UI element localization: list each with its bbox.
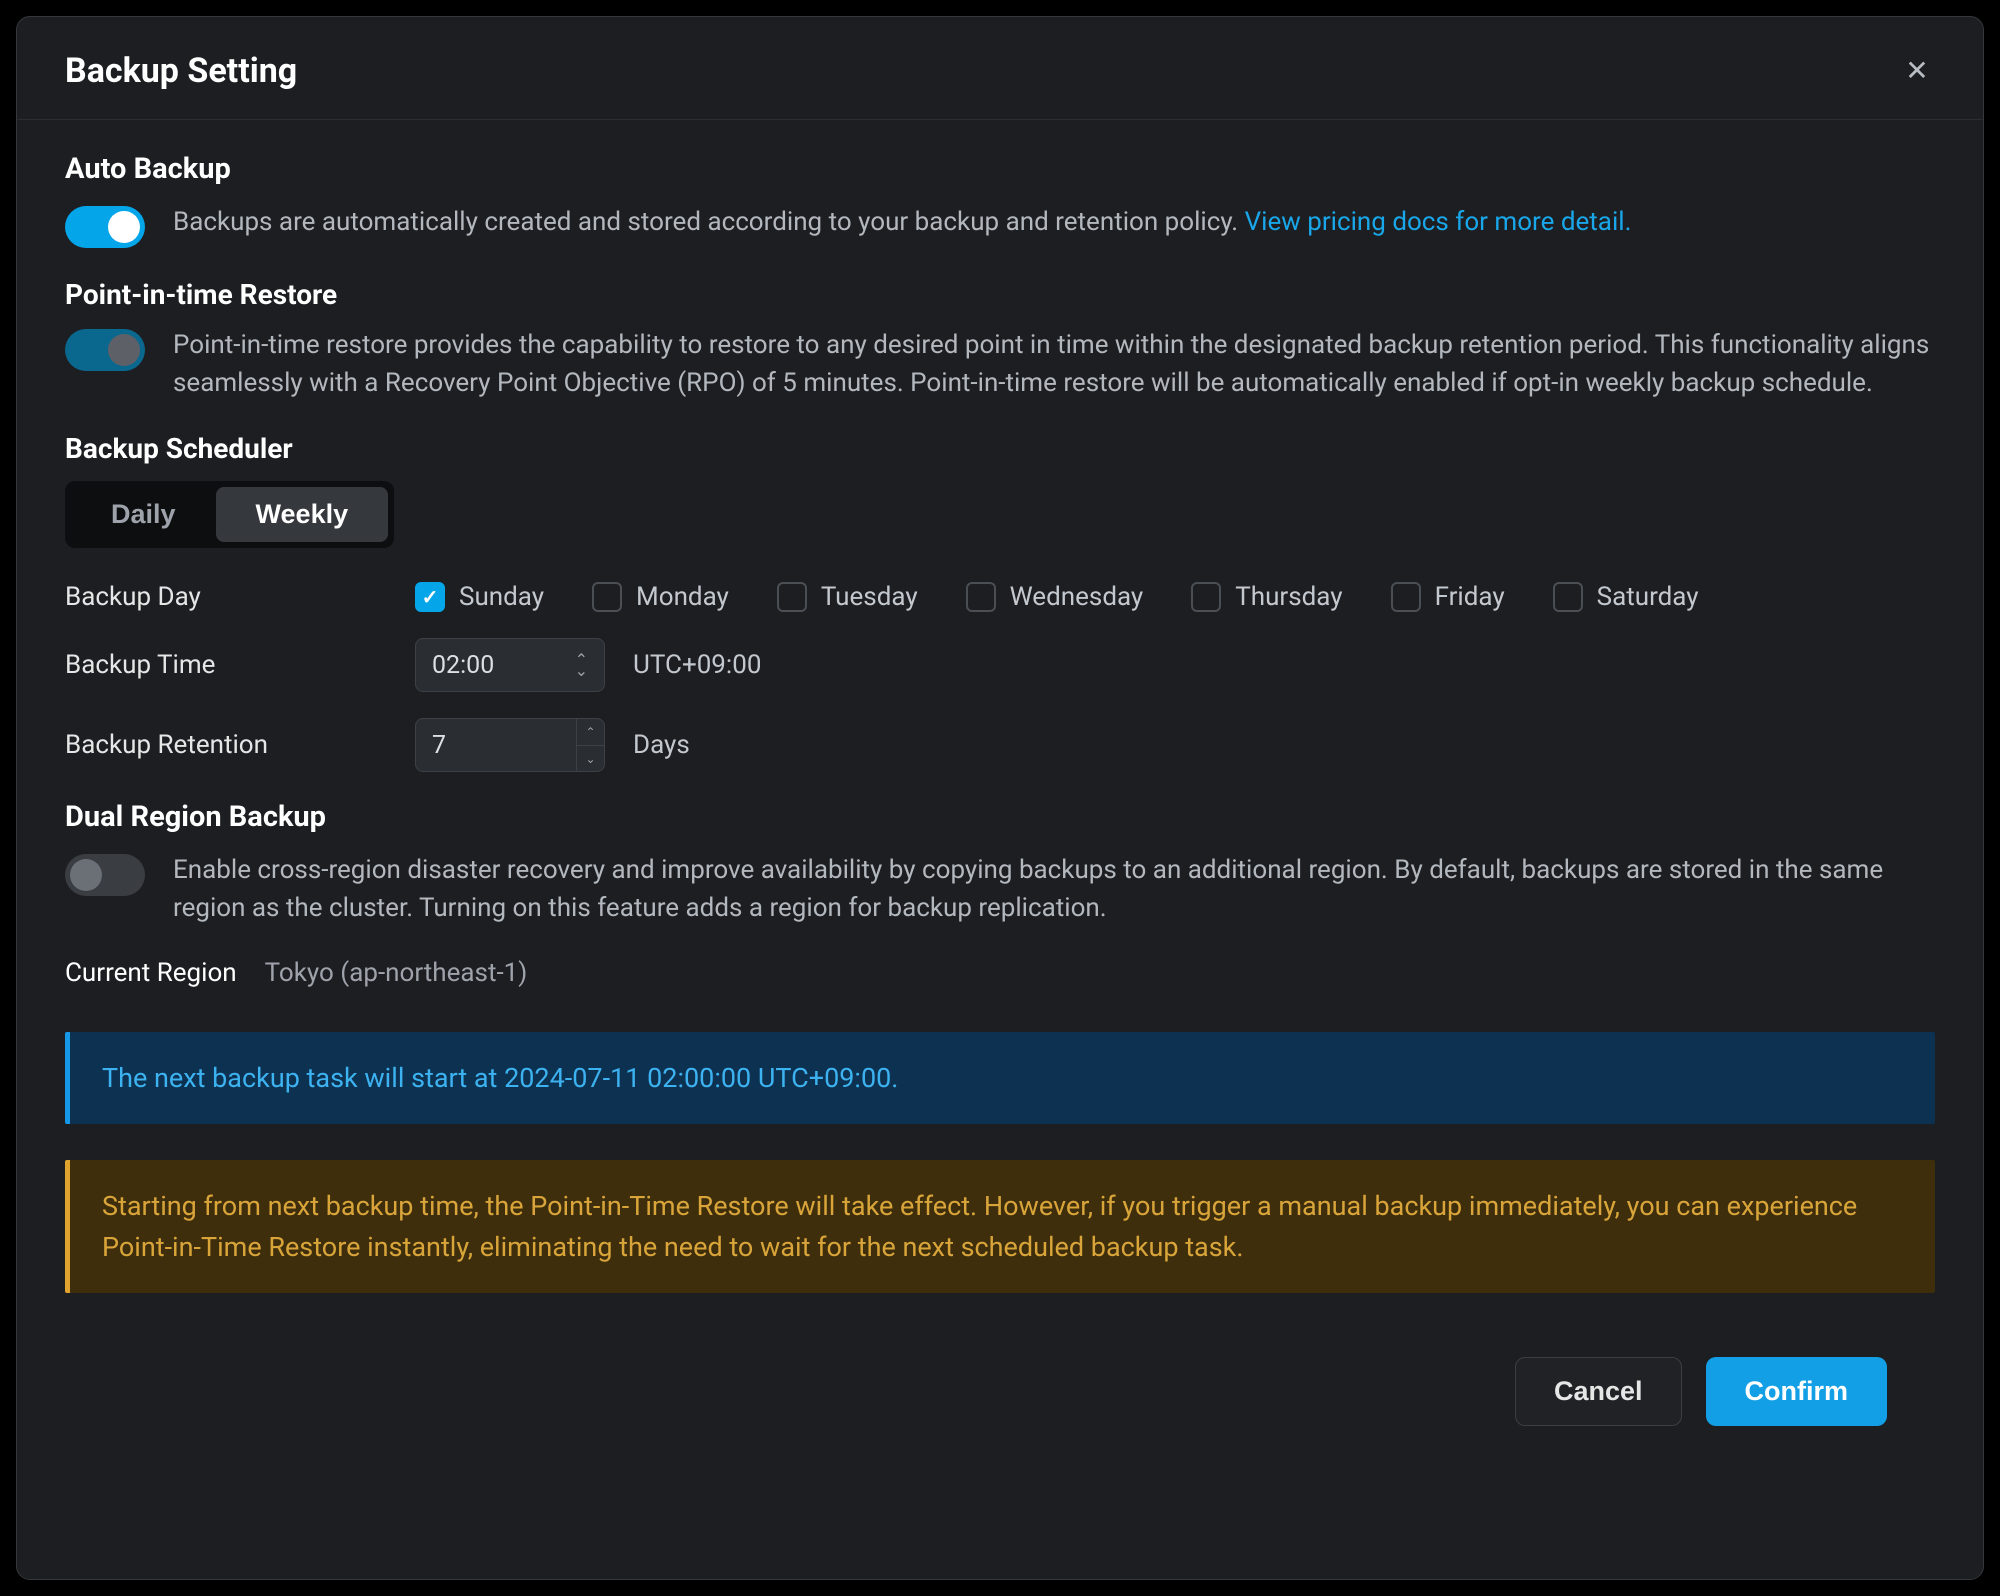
modal-header: Backup Setting ✕ bbox=[17, 17, 1983, 120]
close-button[interactable]: ✕ bbox=[1899, 53, 1935, 89]
toggle-knob bbox=[108, 211, 140, 243]
next-backup-banner: The next backup task will start at 2024-… bbox=[65, 1032, 1935, 1125]
cancel-button[interactable]: Cancel bbox=[1515, 1357, 1682, 1426]
dual-region-toggle[interactable] bbox=[65, 854, 145, 896]
current-region-value: Tokyo (ap-northeast-1) bbox=[265, 958, 528, 988]
day-friday-label: Friday bbox=[1435, 582, 1505, 612]
day-thursday-label: Thursday bbox=[1235, 582, 1342, 612]
retention-step-down[interactable]: ⌄ bbox=[577, 745, 604, 772]
auto-backup-toggle[interactable] bbox=[65, 206, 145, 248]
day-monday-label: Monday bbox=[636, 582, 729, 612]
day-saturday-label: Saturday bbox=[1597, 582, 1699, 612]
retention-step-up[interactable]: ⌃ bbox=[577, 719, 604, 745]
tab-daily[interactable]: Daily bbox=[71, 487, 216, 542]
checkbox-tuesday[interactable] bbox=[777, 582, 807, 612]
auto-backup-title: Auto Backup bbox=[65, 152, 1935, 186]
day-wednesday[interactable]: Wednesday bbox=[966, 582, 1144, 612]
backup-time-select[interactable]: 02:00 ⌃⌄ bbox=[415, 638, 605, 692]
backup-day-options: ✓ Sunday Monday Tuesday Wednesday bbox=[415, 582, 1699, 612]
modal-footer: Cancel Confirm bbox=[65, 1329, 1935, 1466]
pitr-description: Point-in-time restore provides the capab… bbox=[173, 327, 1935, 402]
backup-time-timezone: UTC+09:00 bbox=[633, 650, 761, 680]
day-friday[interactable]: Friday bbox=[1391, 582, 1505, 612]
backup-day-label: Backup Day bbox=[65, 582, 415, 612]
retention-steppers: ⌃ ⌄ bbox=[576, 719, 604, 771]
select-chevron-icon: ⌃⌄ bbox=[575, 654, 588, 676]
dual-region-title: Dual Region Backup bbox=[65, 800, 1935, 834]
auto-backup-description-text: Backups are automatically created and st… bbox=[173, 207, 1245, 237]
backup-retention-input[interactable]: 7 ⌃ ⌄ bbox=[415, 718, 605, 772]
day-thursday[interactable]: Thursday bbox=[1191, 582, 1342, 612]
current-region-label: Current Region bbox=[65, 958, 237, 988]
toggle-knob bbox=[108, 334, 140, 366]
backup-setting-modal: Backup Setting ✕ Auto Backup Backups are… bbox=[16, 16, 1984, 1580]
checkbox-friday[interactable] bbox=[1391, 582, 1421, 612]
close-icon: ✕ bbox=[1905, 57, 1928, 85]
backup-retention-value: 7 bbox=[432, 731, 446, 760]
backup-retention-label: Backup Retention bbox=[65, 730, 415, 760]
pitr-title: Point-in-time Restore bbox=[65, 278, 1935, 311]
modal-body: Auto Backup Backups are automatically cr… bbox=[17, 120, 1983, 1579]
day-tuesday[interactable]: Tuesday bbox=[777, 582, 918, 612]
confirm-button[interactable]: Confirm bbox=[1706, 1357, 1888, 1426]
checkbox-sunday[interactable]: ✓ bbox=[415, 582, 445, 612]
pricing-docs-link[interactable]: View pricing docs for more detail. bbox=[1245, 207, 1632, 237]
checkbox-wednesday[interactable] bbox=[966, 582, 996, 612]
modal-title: Backup Setting bbox=[65, 51, 297, 91]
backup-time-value: 02:00 bbox=[432, 651, 494, 680]
day-monday[interactable]: Monday bbox=[592, 582, 729, 612]
backup-retention-unit: Days bbox=[633, 730, 690, 760]
pitr-toggle[interactable] bbox=[65, 329, 145, 371]
scheduler-tabs: Daily Weekly bbox=[65, 481, 394, 548]
day-sunday[interactable]: ✓ Sunday bbox=[415, 582, 544, 612]
day-sunday-label: Sunday bbox=[459, 582, 544, 612]
day-wednesday-label: Wednesday bbox=[1010, 582, 1144, 612]
backup-time-label: Backup Time bbox=[65, 650, 415, 680]
checkbox-thursday[interactable] bbox=[1191, 582, 1221, 612]
checkbox-monday[interactable] bbox=[592, 582, 622, 612]
checkbox-saturday[interactable] bbox=[1553, 582, 1583, 612]
tab-weekly[interactable]: Weekly bbox=[216, 487, 389, 542]
day-saturday[interactable]: Saturday bbox=[1553, 582, 1699, 612]
scheduler-title: Backup Scheduler bbox=[65, 432, 1935, 465]
pitr-effect-banner: Starting from next backup time, the Poin… bbox=[65, 1160, 1935, 1293]
auto-backup-description: Backups are automatically created and st… bbox=[173, 204, 1631, 242]
dual-region-description: Enable cross-region disaster recovery an… bbox=[173, 852, 1935, 927]
day-tuesday-label: Tuesday bbox=[821, 582, 918, 612]
toggle-knob bbox=[70, 859, 102, 891]
